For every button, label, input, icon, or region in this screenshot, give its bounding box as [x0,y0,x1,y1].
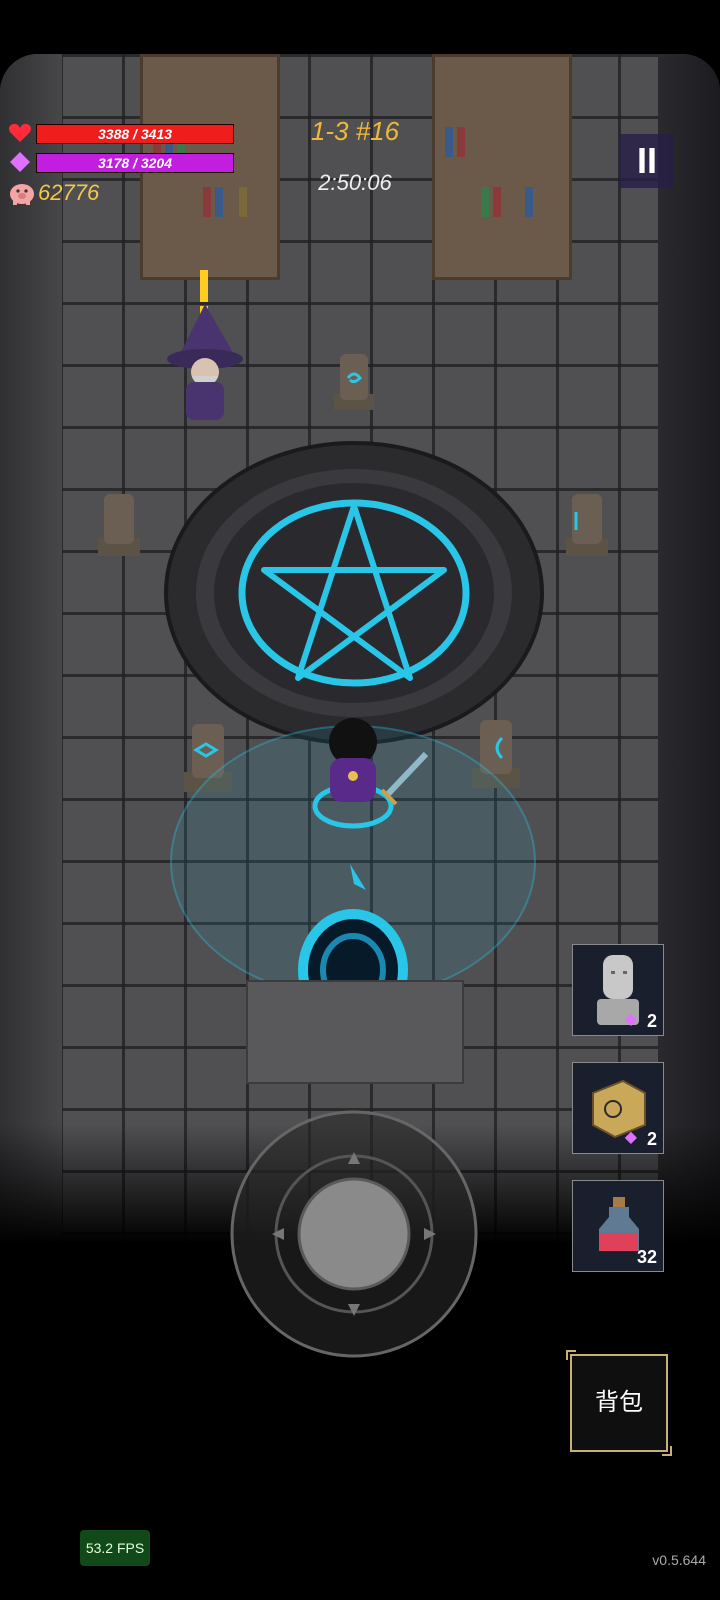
virtual-joystick[interactable] [228,1108,480,1360]
hp-text: 3388 / 3413 [98,126,172,142]
bookshelf-right [432,54,572,280]
piggy-bank-icon [10,184,34,205]
wizard-npc[interactable] [160,264,250,424]
rune-stone [98,494,140,556]
pentagram-summoning-circle [164,441,544,745]
mana-gem-icon [10,152,30,172]
rune-stone [334,354,374,410]
mp-text: 3178 / 3204 [98,155,172,171]
pause-icon: II [636,140,657,181]
right-wall [658,54,720,1244]
fps-counter: 53.2 FPS [80,1530,150,1566]
quickslot-count: 2 [646,1011,657,1031]
joystick-knob [297,1177,411,1291]
portal-pedestal [246,980,464,1084]
diamond-icon: ◆ [624,1129,637,1146]
quickslot-count: 2 [646,1129,657,1149]
left-wall [0,54,62,1244]
quickslot-statue[interactable]: ◆ 2 [572,944,664,1036]
pause-button[interactable]: II [620,134,674,188]
game-timer: 2:50:06 [318,170,392,195]
version-label: v0.5.644 [652,1552,706,1568]
heart-icon [9,123,31,142]
gold-amount: 62776 [38,180,100,205]
player-character [312,718,429,829]
backpack-button[interactable]: 背包 [566,1350,672,1456]
backpack-label: 背包 [595,1389,643,1416]
diamond-icon: ◆ [624,1011,637,1028]
hp-bar: 3388 / 3413 [36,124,234,144]
quickslot-potion[interactable]: 32 [572,1180,664,1272]
rune-stone [566,494,608,556]
mp-bar: 3178 / 3204 [36,153,234,173]
stage-label: 1-3 #16 [310,116,400,146]
quickslot-cube[interactable]: ◆ 2 [572,1062,664,1154]
quickslot-count: 32 [636,1247,657,1267]
